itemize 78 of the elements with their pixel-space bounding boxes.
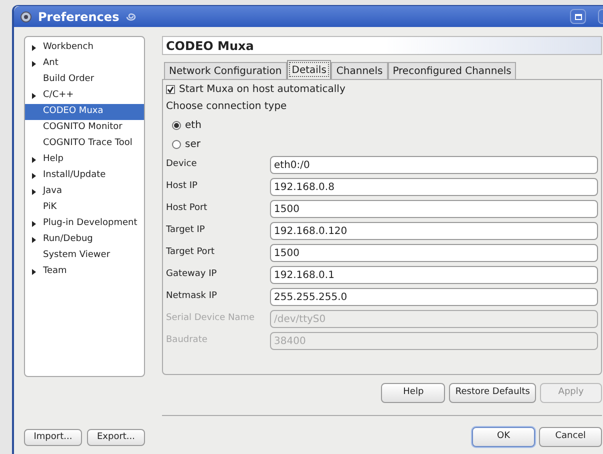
group-label: Choose connection type bbox=[166, 100, 288, 114]
radio-label: eth bbox=[185, 119, 202, 133]
maximize-icon bbox=[574, 14, 582, 20]
field-label: Netmask IP bbox=[166, 290, 218, 304]
expand-arrow-icon[interactable] bbox=[32, 157, 36, 163]
tree-item[interactable]: CODEO Muxa bbox=[25, 104, 144, 120]
check-icon bbox=[167, 86, 174, 93]
input-field[interactable]: 192.168.0.120 bbox=[270, 222, 598, 240]
tree-item-label: COGNITO Monitor bbox=[43, 121, 122, 134]
expand-arrow-icon[interactable] bbox=[32, 93, 36, 99]
tree-item-label: Plug-in Development bbox=[43, 217, 138, 230]
input-field[interactable]: 192.168.0.1 bbox=[270, 266, 598, 284]
input-field[interactable]: eth0:/0 bbox=[270, 156, 598, 174]
page-title: CODEO Muxa bbox=[166, 38, 254, 54]
tree-item[interactable]: Ant bbox=[25, 56, 144, 72]
tree-item-label: Help bbox=[43, 153, 64, 166]
tree-item-label: CODEO Muxa bbox=[43, 105, 104, 118]
dialog-button[interactable]: Cancel bbox=[539, 427, 602, 447]
input-field[interactable]: 192.168.0.8 bbox=[270, 178, 598, 196]
dialog-button[interactable]: Export... bbox=[87, 429, 145, 446]
expand-arrow-icon[interactable] bbox=[32, 45, 36, 51]
expand-arrow-icon[interactable] bbox=[32, 61, 36, 67]
field-label: Device bbox=[166, 158, 198, 172]
tree-item-label: Ant bbox=[43, 57, 58, 70]
expand-arrow-icon[interactable] bbox=[32, 237, 36, 243]
input-field[interactable]: 255.255.255.0 bbox=[270, 288, 598, 306]
tree-item-label: System Viewer bbox=[43, 249, 110, 262]
tree-item[interactable]: Team bbox=[25, 264, 144, 280]
tree-item[interactable]: Install/Update bbox=[25, 168, 144, 184]
field-label: Serial Device Name bbox=[166, 312, 256, 326]
tree-item[interactable]: Run/Debug bbox=[25, 232, 144, 248]
expand-arrow-icon[interactable] bbox=[32, 269, 36, 275]
tree-item-label: Team bbox=[43, 265, 67, 278]
field-label: Target IP bbox=[166, 224, 206, 238]
expand-arrow-icon[interactable] bbox=[32, 189, 36, 195]
input-field[interactable]: 1500 bbox=[270, 244, 598, 262]
maximize-button[interactable] bbox=[570, 9, 586, 24]
tree-item-label: Build Order bbox=[43, 73, 94, 86]
field-label: Target Port bbox=[166, 246, 216, 260]
radio-button[interactable] bbox=[172, 140, 181, 149]
dialog-button[interactable]: OK bbox=[472, 427, 535, 447]
tree-item[interactable]: Plug-in Development bbox=[25, 216, 144, 232]
page-button[interactable]: Help bbox=[381, 383, 446, 403]
tab[interactable]: Preconfigured Channels bbox=[388, 62, 516, 79]
tree-item-label: Workbench bbox=[43, 41, 94, 54]
input-field[interactable]: 1500 bbox=[270, 200, 598, 218]
tree-item[interactable]: COGNITO Monitor bbox=[25, 120, 144, 136]
tree-item[interactable]: C/C++ bbox=[25, 88, 144, 104]
tree-item-label: PiK bbox=[43, 201, 57, 214]
checkbox-label: Start Muxa on host automatically bbox=[179, 83, 346, 97]
field-label: Host IP bbox=[166, 180, 198, 194]
tree-item[interactable]: Build Order bbox=[25, 72, 144, 88]
tree-item[interactable]: PiK bbox=[25, 200, 144, 216]
field-label: Baudrate bbox=[166, 334, 208, 348]
dialog-button[interactable]: Import... bbox=[24, 429, 82, 446]
tab[interactable]: Details bbox=[286, 60, 332, 79]
radio-label: ser bbox=[185, 138, 200, 152]
expand-arrow-icon[interactable] bbox=[32, 221, 36, 227]
tree-item-label: Run/Debug bbox=[43, 233, 93, 246]
tree-item[interactable]: COGNITO Trace Tool bbox=[25, 136, 144, 152]
tree-item[interactable]: System Viewer bbox=[25, 248, 144, 264]
field-label: Host Port bbox=[166, 202, 208, 216]
tree-item-label: COGNITO Trace Tool bbox=[43, 137, 132, 150]
swirl-icon bbox=[125, 12, 138, 22]
radio-button[interactable] bbox=[172, 121, 181, 130]
tree-item[interactable]: Help bbox=[25, 152, 144, 168]
tab[interactable]: Network Configuration bbox=[164, 62, 287, 79]
field-label: Gateway IP bbox=[166, 268, 218, 282]
tab[interactable]: Channels bbox=[331, 62, 388, 79]
page-button[interactable]: Restore Defaults bbox=[449, 383, 536, 403]
tree-item[interactable]: Java bbox=[25, 184, 144, 200]
expand-arrow-icon[interactable] bbox=[32, 173, 36, 179]
tree-item-label: Install/Update bbox=[43, 169, 106, 182]
tree-item[interactable]: Workbench bbox=[25, 40, 144, 56]
checkbox[interactable] bbox=[166, 85, 175, 94]
tree-item-label: C/C++ bbox=[43, 89, 74, 102]
window-title: Preferences bbox=[38, 8, 120, 26]
tree-item-label: Java bbox=[43, 185, 62, 198]
